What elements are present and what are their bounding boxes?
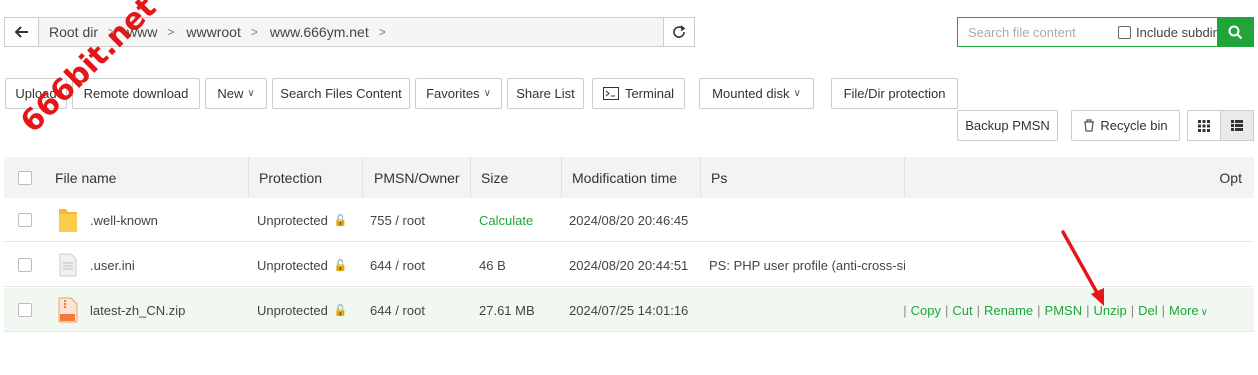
- file-name[interactable]: .user.ini: [90, 243, 135, 287]
- mounted-disk-button[interactable]: Mounted disk ∨: [699, 78, 814, 109]
- grid-view-button[interactable]: [1187, 110, 1221, 141]
- list-view-button[interactable]: [1220, 110, 1254, 141]
- chevron-down-icon: ∨: [1200, 306, 1208, 318]
- header-pmsn[interactable]: PMSN/Owner: [362, 157, 460, 198]
- folder-icon: [58, 198, 78, 242]
- file-protection-button[interactable]: File/Dir protection: [831, 78, 958, 109]
- recycle-bin-button[interactable]: Recycle bin: [1071, 110, 1180, 141]
- unlock-icon: 🔓: [333, 304, 348, 317]
- chevron-down-icon: ∨: [247, 88, 255, 99]
- grid-icon: [1198, 119, 1210, 132]
- trash-icon: [1084, 119, 1095, 132]
- list-icon: [1231, 120, 1243, 131]
- search-files-button[interactable]: Search Files Content: [272, 78, 410, 109]
- new-button[interactable]: New ∨: [205, 78, 267, 109]
- header-mtime[interactable]: Modification time: [561, 157, 677, 198]
- breadcrumb-site[interactable]: www.666ym.net >: [270, 24, 386, 40]
- size-calculate-link[interactable]: Calculate: [479, 198, 533, 242]
- protection-status[interactable]: Unprotected 🔓: [257, 243, 348, 287]
- file-search: Include subdir: [957, 17, 1254, 47]
- pmsn-owner[interactable]: 644 / root: [370, 243, 425, 287]
- file-size: 27.61 MB: [479, 302, 535, 318]
- search-input[interactable]: [966, 23, 1110, 41]
- search-icon: [1228, 25, 1243, 39]
- file-size: 46 B: [479, 257, 506, 273]
- favorites-button[interactable]: Favorites ∨: [415, 78, 502, 109]
- include-subdir-toggle[interactable]: Include subdir: [1118, 25, 1217, 40]
- row-operations: | Copy | Cut | Rename | PMSN | Unzip | Del | M…: [903, 302, 1208, 318]
- file-name[interactable]: .well-known: [90, 198, 158, 242]
- annotation-arrow: [1061, 230, 1104, 306]
- header-opt: Opt: [1219, 169, 1242, 186]
- row-checkbox[interactable]: [18, 243, 32, 287]
- checkbox[interactable]: [1118, 25, 1131, 39]
- chevron-right-icon: >: [378, 25, 386, 39]
- terminal-button[interactable]: Terminal: [592, 78, 685, 109]
- refresh-button[interactable]: [663, 18, 694, 46]
- modification-time: 2024/07/25 14:01:16: [569, 302, 689, 318]
- unlock-icon: 🔓: [333, 259, 348, 272]
- rename-link[interactable]: Rename: [984, 303, 1033, 318]
- header-divider: [904, 157, 905, 198]
- header-file-name[interactable]: File name: [55, 157, 116, 198]
- back-button[interactable]: [5, 18, 39, 46]
- cut-link[interactable]: Cut: [952, 303, 972, 318]
- table-header: File name Protection PMSN/Owner Size Mod…: [4, 157, 1254, 198]
- header-protection[interactable]: Protection: [248, 157, 322, 198]
- share-list-button[interactable]: Share List: [507, 78, 584, 109]
- search-button[interactable]: [1217, 17, 1254, 47]
- backup-pmsn-button[interactable]: Backup PMSN: [957, 110, 1058, 141]
- breadcrumb-wwwroot[interactable]: wwwroot >: [186, 24, 257, 40]
- header-size[interactable]: Size: [470, 157, 508, 198]
- chevron-right-icon: >: [250, 25, 258, 39]
- chevron-down-icon: ∨: [793, 88, 801, 99]
- select-all-checkbox[interactable]: [18, 157, 32, 198]
- pmsn-owner[interactable]: 755 / root: [370, 198, 425, 242]
- delete-link[interactable]: Del: [1138, 303, 1158, 318]
- modification-time: 2024/08/20 20:44:51: [569, 257, 689, 273]
- arrow-left-icon: [14, 26, 28, 38]
- zip-file-icon: [58, 288, 78, 332]
- file-name[interactable]: latest-zh_CN.zip: [90, 288, 185, 332]
- header-ps[interactable]: Ps: [700, 157, 727, 198]
- more-link[interactable]: More ∨: [1169, 303, 1208, 318]
- copy-link[interactable]: Copy: [911, 303, 941, 318]
- protection-status[interactable]: Unprotected 🔓: [257, 288, 348, 332]
- ps-note[interactable]: PS: PHP user profile (anti-cross-sit: [709, 243, 905, 287]
- chevron-right-icon: >: [167, 25, 175, 39]
- protection-status[interactable]: Unprotected 🔓: [257, 198, 348, 242]
- modification-time: 2024/08/20 20:46:45: [569, 212, 689, 228]
- refresh-icon: [673, 25, 686, 38]
- terminal-icon: [602, 87, 619, 100]
- file-icon: [59, 243, 77, 287]
- row-checkbox[interactable]: [18, 198, 32, 242]
- pmsn-owner[interactable]: 644 / root: [370, 288, 425, 332]
- chevron-down-icon: ∨: [483, 88, 491, 99]
- unlock-icon: 🔓: [333, 214, 348, 227]
- row-checkbox[interactable]: [18, 288, 32, 332]
